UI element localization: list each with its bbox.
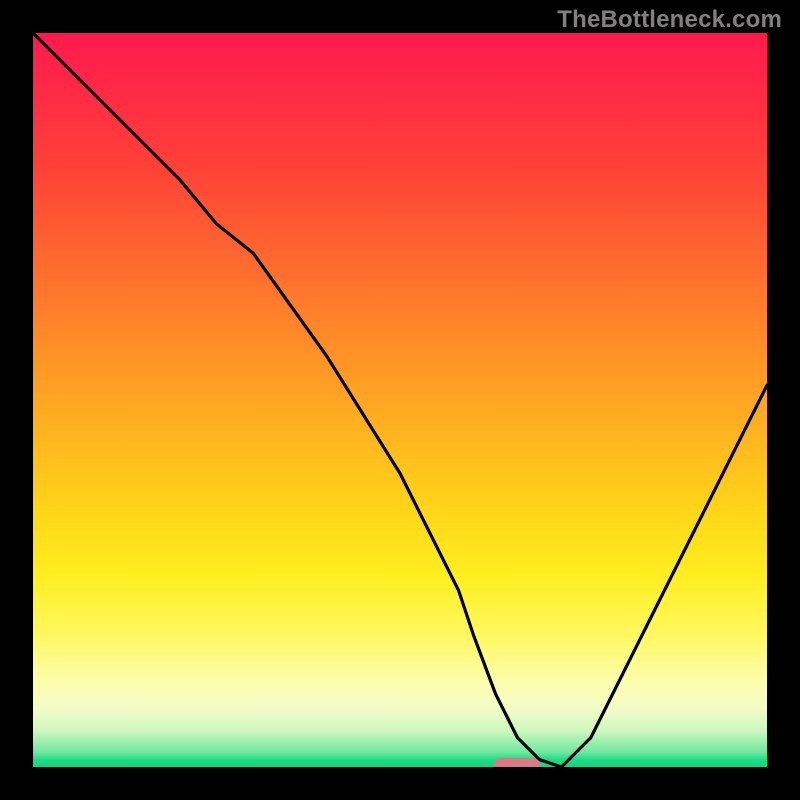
bottleneck-curve xyxy=(33,33,767,767)
watermark-text: TheBottleneck.com xyxy=(557,6,782,34)
chart-frame: TheBottleneck.com xyxy=(0,0,800,800)
optimal-marker xyxy=(494,758,540,767)
plot-area xyxy=(33,33,767,767)
